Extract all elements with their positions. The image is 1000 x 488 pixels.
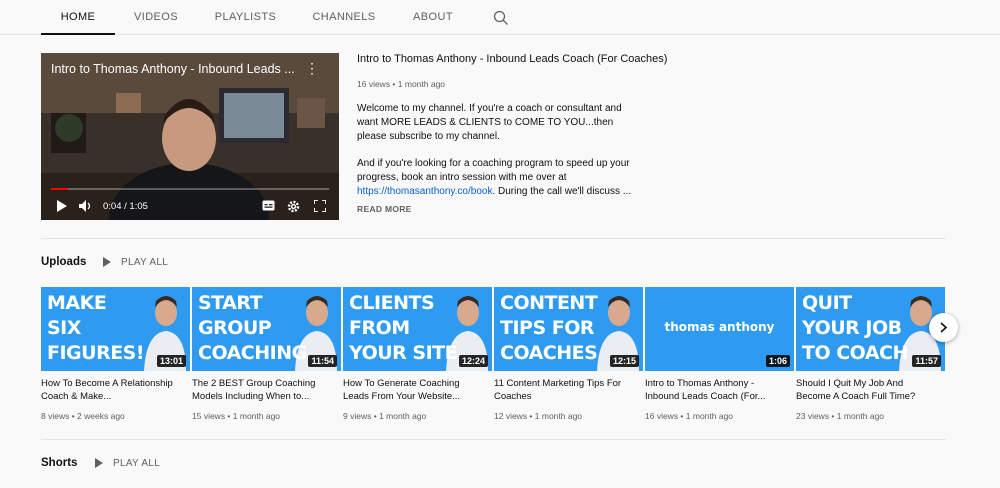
play-all-icon[interactable] [95,458,103,468]
video-duration: 13:01 [156,355,186,367]
thumbnail-text: QUIT YOUR JOB TO COACH [802,292,908,364]
booking-link[interactable]: https://thomasanthony.co/book [357,186,492,197]
video-title[interactable]: How To Generate Coaching Leads From Your… [343,377,483,403]
read-more-button[interactable]: READ MORE [357,204,412,214]
search-icon[interactable] [493,10,509,26]
thumbnail-text: CONTENT TIPS FOR COACHES [500,292,598,364]
featured-video-player[interactable]: Intro to Thomas Anthony - Inbound Leads … [41,53,339,220]
video-meta: 9 views • 1 month ago [343,411,427,421]
video-thumbnail[interactable]: START GROUP COACHING 11:54 [192,287,341,371]
tab-channels[interactable]: CHANNELS [303,0,385,35]
description-text: And if you're looking for a coaching pro… [357,158,630,183]
video-meta: 16 views • 1 month ago [645,411,734,421]
video-duration: 1:06 [765,355,790,367]
video-duration: 11:57 [912,355,941,367]
video-meta: 8 views • 2 weeks ago [41,411,125,421]
more-options-icon[interactable]: ⋮ [305,60,319,77]
video-thumbnail[interactable]: QUIT YOUR JOB TO COACH 11:57 [796,287,945,371]
channel-tab-bar: HOME VIDEOS PLAYLISTS CHANNELS ABOUT [0,0,1000,35]
play-icon[interactable] [57,200,67,212]
video-thumbnail[interactable]: CONTENT TIPS FOR COACHES 12:15 [494,287,643,371]
description-paragraph-2: And if you're looking for a coaching pro… [357,157,637,199]
uploads-play-all-button[interactable]: PLAY ALL [121,257,168,268]
player-title: Intro to Thomas Anthony - Inbound Leads … [51,62,295,76]
thumbnail-text: MAKE SIX FIGURES! [47,292,145,364]
progress-bar-fill [51,188,68,190]
description-text-end: . During the call we'll discuss ... [492,186,632,197]
tab-home[interactable]: HOME [41,0,115,35]
video-meta: 15 views • 1 month ago [192,411,281,421]
video-thumbnail[interactable]: thomas anthony 1:06 [645,287,794,371]
shorts-play-all-button[interactable]: PLAY ALL [113,458,160,469]
featured-video-description: Welcome to my channel. If you're a coach… [357,102,637,212]
tab-playlists[interactable]: PLAYLISTS [207,0,284,35]
video-duration: 11:54 [308,355,337,367]
video-title[interactable]: Should I Quit My Job And Become A Coach … [796,377,936,403]
time-display: 0:04 / 1:05 [103,201,148,212]
section-divider [41,238,946,239]
fullscreen-icon[interactable] [314,200,326,212]
description-paragraph: Welcome to my channel. If you're a coach… [357,103,622,142]
shorts-shelf-title[interactable]: Shorts [41,457,77,469]
video-title[interactable]: The 2 BEST Group Coaching Models Includi… [192,377,332,403]
thumbnail-text: CLIENTS FROM YOUR SITE [349,292,458,364]
video-duration: 12:24 [458,355,488,367]
video-meta: 23 views • 1 month ago [796,411,885,421]
thumbnail-text: thomas anthony [664,320,775,334]
play-all-icon[interactable] [103,257,111,267]
featured-video-title[interactable]: Intro to Thomas Anthony - Inbound Leads … [357,53,667,65]
video-title[interactable]: Intro to Thomas Anthony - Inbound Leads … [645,377,785,403]
tab-videos[interactable]: VIDEOS [124,0,188,35]
tab-about[interactable]: ABOUT [404,0,462,35]
progress-bar[interactable] [51,188,329,190]
shelf-next-button[interactable] [929,313,958,342]
video-title[interactable]: 11 Content Marketing Tips For Coaches [494,377,634,403]
video-duration: 12:15 [609,355,639,367]
settings-gear-icon[interactable] [287,200,300,213]
section-divider [41,439,946,440]
chevron-right-icon [940,322,948,333]
captions-icon[interactable] [262,200,275,211]
video-title[interactable]: How To Become A Relationship Coach & Mak… [41,377,181,403]
video-thumbnail[interactable]: CLIENTS FROM YOUR SITE 12:24 [343,287,492,371]
video-meta: 12 views • 1 month ago [494,411,583,421]
video-thumbnail[interactable]: MAKE SIX FIGURES! 13:01 [41,287,190,371]
uploads-shelf-title[interactable]: Uploads [41,256,86,268]
thumbnail-text: START GROUP COACHING [198,292,307,364]
player-controls: 0:04 / 1:05 [41,192,339,220]
volume-icon[interactable] [79,200,93,212]
featured-video-meta: 16 views • 1 month ago [357,79,446,89]
